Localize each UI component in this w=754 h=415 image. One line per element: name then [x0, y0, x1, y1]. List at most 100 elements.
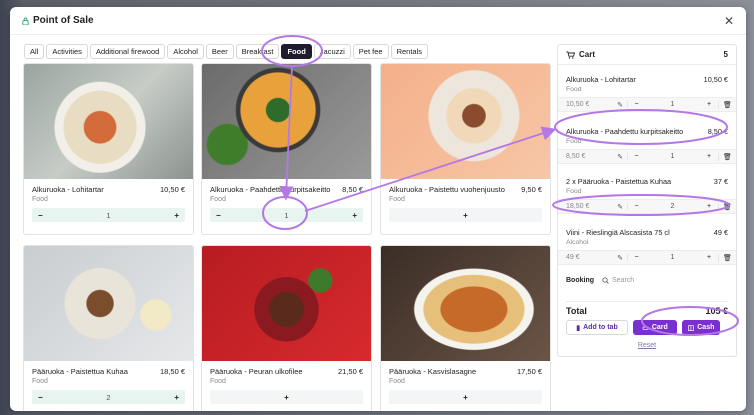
tab-pet-fee[interactable]: Pet fee: [352, 44, 389, 59]
pumpkin-soup-image: [202, 64, 371, 179]
cash-button[interactable]: ◫ Cash: [682, 320, 720, 335]
cart-item-controls: 49 € ✎ − 1 + 🗑: [558, 250, 736, 265]
cash-icon: ◫: [687, 324, 695, 332]
trash-icon[interactable]: 🗑: [718, 152, 736, 161]
product-card[interactable]: Alkuruoka - Paahdettu kurpitsakeitto 8,50…: [201, 63, 372, 235]
plus-button[interactable]: +: [700, 101, 718, 108]
total-value: 105 €: [705, 306, 728, 316]
plus-button[interactable]: +: [284, 393, 289, 402]
close-icon[interactable]: ✕: [724, 14, 734, 28]
tab-rentals[interactable]: Rentals: [390, 44, 429, 59]
pencil-icon[interactable]: ✎: [613, 254, 627, 262]
cart-count: 5: [723, 50, 728, 59]
add-to-tab-label: Add to tab: [583, 324, 618, 331]
minus-button[interactable]: −: [627, 203, 645, 210]
trash-icon[interactable]: 🗑: [718, 202, 736, 211]
minus-button[interactable]: −: [627, 254, 645, 261]
tab-breakfast[interactable]: Breakfast: [235, 44, 280, 59]
pencil-icon[interactable]: ✎: [613, 203, 627, 211]
tab-beer[interactable]: Beer: [205, 44, 234, 59]
product-info: Alkuruoka - Paahdettu kurpitsakeitto 8,50…: [210, 185, 363, 203]
quantity-value: 2: [106, 392, 111, 402]
credit-card-icon: ▭: [642, 324, 649, 332]
unit-price-field[interactable]: 49 €: [558, 254, 613, 261]
quantity-value: 1: [106, 210, 111, 220]
category-tabs: All Activities Additional firewood Alcohol B…: [24, 44, 429, 59]
minus-button[interactable]: −: [627, 101, 645, 108]
product-category: Food: [210, 196, 226, 203]
quantity-value: 1: [670, 153, 675, 160]
cart-item-total: 37 €: [713, 177, 728, 186]
product-name: Alkuruoka - Paistettu vuohenjuusto: [389, 185, 505, 194]
pos-modal: Point of Sale ✕ All Activities Additional …: [10, 7, 746, 411]
modal-header: Point of Sale ✕: [10, 7, 746, 35]
minus-button[interactable]: −: [627, 153, 645, 160]
product-card[interactable]: Pääruoka - Peuran ulkofilee 21,50 € Food +: [201, 245, 372, 411]
product-name: Pääruoka - Peuran ulkofilee: [210, 367, 303, 376]
pencil-icon[interactable]: ✎: [613, 101, 627, 109]
cart-panel: Cart 5 Alkuruoka - Lohitartar 10,50 € Food…: [557, 44, 737, 357]
plus-button[interactable]: +: [700, 203, 718, 210]
product-name: Pääruoka - Paistettua Kuhaa: [32, 367, 128, 376]
product-info: Pääruoka - Kasvislasagne 17,50 € Food: [389, 367, 542, 385]
plus-button[interactable]: +: [174, 211, 179, 220]
product-name: Alkuruoka - Paahdettu kurpitsakeitto: [210, 185, 331, 194]
product-card[interactable]: Pääruoka - Paistettua Kuhaa 18,50 € Food − 2…: [23, 245, 194, 411]
product-name: Pääruoka - Kasvislasagne: [389, 367, 477, 376]
product-price: 8,50 €: [342, 185, 363, 194]
booking-search[interactable]: Search: [602, 277, 634, 284]
cart-item-name: Viini - Rieslingiä Alscasista 75 cl: [566, 228, 670, 237]
product-card[interactable]: Pääruoka - Kasvislasagne 17,50 € Food +: [380, 245, 551, 411]
product-card[interactable]: Alkuruoka - Paistettu vuohenjuusto 9,50 €…: [380, 63, 551, 235]
tab-activities[interactable]: Activities: [46, 44, 88, 59]
product-category: Food: [32, 378, 48, 385]
cart-item-name: Alkuruoka - Paahdettu kurpitsakeitto: [566, 127, 684, 136]
minus-button[interactable]: −: [38, 393, 43, 402]
deer-fillet-image: [202, 246, 371, 361]
pencil-icon[interactable]: ✎: [613, 153, 627, 161]
reset-link[interactable]: Reset: [558, 342, 736, 349]
tab-food[interactable]: Food: [281, 44, 312, 59]
plus-button[interactable]: +: [463, 211, 468, 220]
cart-item-controls: 8,50 € ✎ − 1 + 🗑: [558, 149, 736, 164]
booking-label: Booking: [566, 277, 594, 284]
tab-additional-firewood[interactable]: Additional firewood: [89, 44, 166, 59]
cart-item: 2 x Pääruoka - Paistettua Kuhaa 37 € Food 1…: [558, 177, 736, 214]
plus-button[interactable]: +: [700, 153, 718, 160]
total-label: Total: [566, 306, 587, 316]
cart-item-total: 10,50 €: [703, 75, 728, 84]
product-price: 17,50 €: [516, 367, 542, 376]
pike-perch-image: [24, 246, 193, 361]
quantity-stepper: − 1 +: [32, 208, 185, 222]
cart-icon: [566, 50, 575, 59]
card-button[interactable]: ▭ Card: [633, 320, 677, 335]
trash-icon[interactable]: 🗑: [718, 100, 736, 109]
plus-button[interactable]: +: [700, 254, 718, 261]
product-price: 21,50 €: [337, 367, 363, 376]
cart-header: Cart 5: [558, 45, 736, 65]
lock-icon: [22, 17, 29, 25]
quantity-stepper: +: [389, 390, 542, 404]
plus-button[interactable]: +: [352, 211, 357, 220]
tab-jacuzzi[interactable]: Jacuzzi: [313, 44, 351, 59]
card-label: Card: [651, 324, 668, 331]
unit-price-field[interactable]: 10,50 €: [558, 101, 613, 108]
plus-button[interactable]: +: [174, 393, 179, 402]
cart-title: Cart: [579, 50, 596, 59]
minus-button[interactable]: −: [216, 211, 221, 220]
unit-price-field[interactable]: 8,50 €: [558, 153, 613, 160]
booking-row: Booking Search: [566, 277, 728, 284]
unit-price-field[interactable]: 18,50 €: [558, 203, 613, 210]
product-category: Food: [389, 378, 405, 385]
quantity-stepper: − 1 +: [210, 208, 363, 222]
product-card[interactable]: Alkuruoka - Lohitartar 10,50 € Food − 1 +: [23, 63, 194, 235]
cart-item-category: Food: [566, 138, 582, 145]
add-to-tab-button[interactable]: ▮ Add to tab: [566, 320, 628, 335]
minus-button[interactable]: −: [38, 211, 43, 220]
plus-button[interactable]: +: [463, 393, 468, 402]
modal-title: Point of Sale: [22, 15, 94, 26]
quantity-stepper: +: [210, 390, 363, 404]
tab-alcohol[interactable]: Alcohol: [167, 44, 204, 59]
trash-icon[interactable]: 🗑: [718, 253, 736, 262]
tab-all[interactable]: All: [24, 44, 45, 59]
